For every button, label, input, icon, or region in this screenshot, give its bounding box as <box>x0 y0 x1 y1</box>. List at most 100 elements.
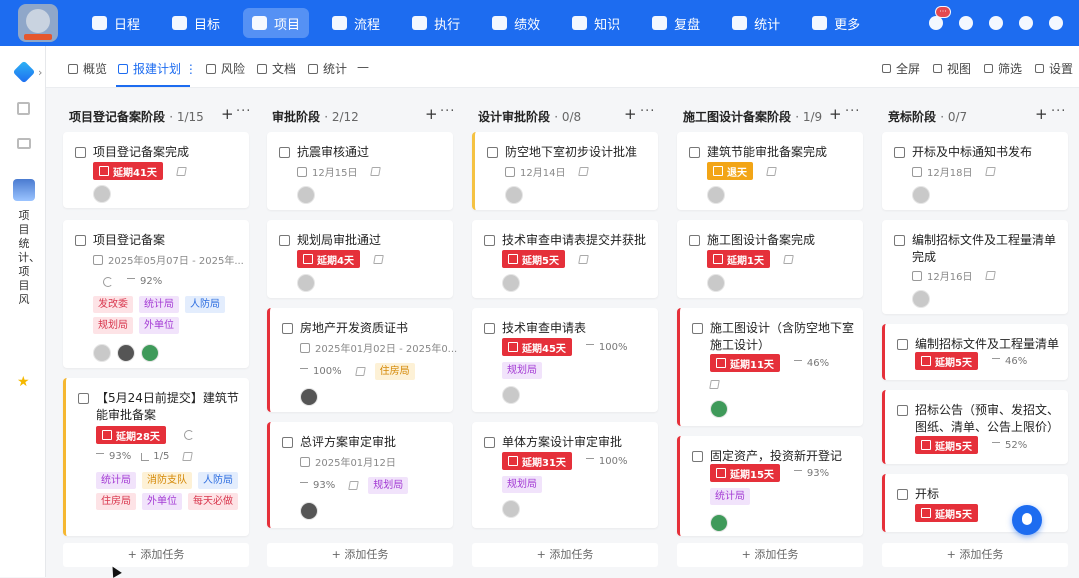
nav-item-projects[interactable]: 项目 <box>243 8 310 38</box>
nav-item-performance[interactable]: 绩效 <box>483 8 549 38</box>
task-checkbox[interactable] <box>78 393 89 404</box>
avatar[interactable] <box>710 400 728 418</box>
task-card[interactable]: 技术审查申请表 延期45天 100% 规划局 <box>472 308 658 412</box>
avatar[interactable] <box>93 185 111 203</box>
edit-icon[interactable] <box>783 254 794 264</box>
task-card[interactable]: 编制招标文件及工程量清单 延期5天 46% <box>882 324 1068 380</box>
add-task-button[interactable]: + 添加任务 <box>677 543 863 567</box>
task-card[interactable]: 总评方案审定审批 2025年01月12日 93% 规划局 <box>267 422 453 528</box>
task-card[interactable]: 建筑节能审批备案完成 退天 <box>677 132 863 210</box>
task-card[interactable]: 施工图设计备案完成 延期1天 <box>677 220 863 298</box>
tab-overview[interactable]: 概览 <box>68 60 107 77</box>
tab-stats[interactable]: 统计 <box>308 60 347 77</box>
task-checkbox[interactable] <box>894 147 905 158</box>
task-card[interactable]: 防空地下室初步设计批准 12月14日 <box>472 132 658 210</box>
tab-risk[interactable]: 风险 <box>206 60 245 77</box>
settings-button[interactable]: 设置 <box>1035 60 1073 77</box>
task-checkbox[interactable] <box>75 235 86 246</box>
task-card[interactable]: 编制招标文件及工程量清单完成 12月16日 <box>882 220 1068 314</box>
edit-icon[interactable] <box>370 167 382 176</box>
column-add-button[interactable]: + <box>425 105 438 123</box>
column-add-button[interactable]: + <box>624 105 637 123</box>
app-logo[interactable] <box>18 4 58 42</box>
project-avatar[interactable] <box>13 179 35 201</box>
apps-icon[interactable] <box>17 102 30 115</box>
edit-icon[interactable] <box>985 167 997 176</box>
avatar[interactable] <box>297 186 315 204</box>
tab-docs[interactable]: 文档 <box>257 60 296 77</box>
gear-icon[interactable] <box>1019 16 1033 30</box>
info-icon[interactable] <box>989 16 1003 30</box>
task-checkbox[interactable] <box>484 235 495 246</box>
nav-item-schedule[interactable]: 日程 <box>83 8 149 38</box>
nav-item-knowledge[interactable]: 知识 <box>563 8 629 38</box>
nav-item-execution[interactable]: 执行 <box>403 8 469 38</box>
column-more-button[interactable]: ··· <box>440 104 455 119</box>
search-icon[interactable] <box>959 16 973 30</box>
task-checkbox[interactable] <box>487 147 498 158</box>
avatar[interactable] <box>912 290 930 308</box>
avatar[interactable] <box>502 386 520 404</box>
task-card[interactable]: 开标及中标通知书发布 12月18日 <box>882 132 1068 210</box>
tab-add[interactable]: — <box>357 60 369 74</box>
avatar[interactable] <box>141 344 159 362</box>
filter-button[interactable]: 筛选 <box>984 60 1022 77</box>
edit-icon[interactable] <box>354 367 366 376</box>
folder-icon[interactable] <box>17 138 31 149</box>
avatar[interactable] <box>300 502 318 520</box>
task-checkbox[interactable] <box>484 437 495 448</box>
nav-item-statistics[interactable]: 统计 <box>723 8 789 38</box>
edit-icon[interactable] <box>766 166 777 176</box>
add-task-button[interactable]: + 添加任务 <box>472 543 658 567</box>
avatar[interactable] <box>707 186 725 204</box>
task-checkbox[interactable] <box>279 235 290 246</box>
edit-icon[interactable] <box>709 380 720 389</box>
task-checkbox[interactable] <box>692 451 703 462</box>
add-task-button[interactable]: + 添加任务 <box>882 543 1068 567</box>
task-card[interactable]: 施工图设计（含防空地下室施工设计） 延期11天 46% <box>677 308 863 426</box>
task-checkbox[interactable] <box>282 437 293 448</box>
task-card[interactable]: 房地产开发资质证书 2025年01月02日 - 2025年0... 100% 住房… <box>267 308 457 412</box>
bell-icon[interactable]: ··· <box>929 6 951 30</box>
avatar[interactable] <box>505 186 523 204</box>
task-checkbox[interactable] <box>282 323 293 334</box>
task-checkbox[interactable] <box>279 147 290 158</box>
avatar[interactable] <box>502 274 520 292</box>
column-add-button[interactable]: + <box>221 105 234 123</box>
avatar[interactable] <box>707 274 725 292</box>
task-checkbox[interactable] <box>484 323 495 334</box>
view-button[interactable]: 视图 <box>933 60 971 77</box>
avatar[interactable] <box>502 500 520 518</box>
column-more-button[interactable]: ··· <box>236 104 251 119</box>
nav-item-review[interactable]: 复盘 <box>643 8 709 38</box>
task-checkbox[interactable] <box>894 235 905 246</box>
column-add-button[interactable]: + <box>829 105 842 123</box>
edit-icon[interactable] <box>985 271 997 280</box>
tab-plan[interactable]: 报建计划 ⋮ <box>118 60 197 77</box>
add-task-button[interactable]: + 添加任务 <box>267 543 453 567</box>
task-card[interactable]: 招标公告（预审、发招文、图纸、清单、公告上限价） 延期5天 52% <box>882 390 1068 464</box>
avatar[interactable] <box>912 186 930 204</box>
edit-icon[interactable] <box>578 254 589 264</box>
chevron-right-icon[interactable]: › <box>38 66 42 79</box>
avatar[interactable] <box>710 514 728 532</box>
help-icon[interactable] <box>1049 16 1063 30</box>
nav-item-more[interactable]: 更多 <box>803 8 869 38</box>
task-card[interactable]: 项目登记备案完成 延期41天 <box>63 132 249 208</box>
avatar[interactable] <box>300 388 318 406</box>
task-checkbox[interactable] <box>692 323 703 334</box>
column-more-button[interactable]: ··· <box>1051 104 1066 119</box>
edit-icon[interactable] <box>578 167 590 176</box>
project-cube-icon[interactable] <box>12 60 36 84</box>
task-checkbox[interactable] <box>689 235 700 246</box>
column-add-button[interactable]: + <box>1035 105 1048 123</box>
column-more-button[interactable]: ··· <box>640 104 655 119</box>
task-card[interactable]: 固定资产，投资新开登记 延期15天 93% 统计局 <box>677 436 863 536</box>
edit-icon[interactable] <box>182 452 194 461</box>
column-more-button[interactable]: ··· <box>845 104 860 119</box>
task-checkbox[interactable] <box>897 489 908 500</box>
task-card[interactable]: 抗震审核通过 12月15日 <box>267 132 453 210</box>
edit-icon[interactable] <box>373 254 384 264</box>
project-name[interactable]: 项目统计、项目风 <box>18 209 40 307</box>
assistant-float-button[interactable] <box>1012 505 1042 535</box>
